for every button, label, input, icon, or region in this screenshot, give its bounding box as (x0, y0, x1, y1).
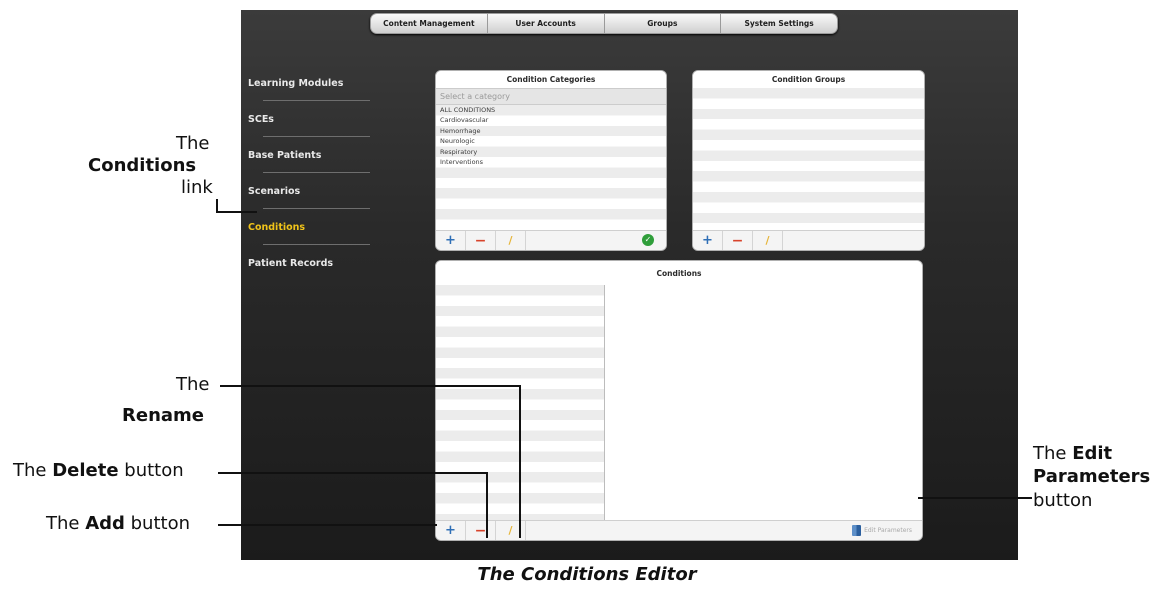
conditions-editor-screen: Content Management User Accounts Groups … (241, 10, 1018, 560)
annotation-delete-bold: Delete (52, 460, 119, 481)
callout-line (216, 211, 257, 213)
callout-line (220, 385, 520, 387)
category-delete-button[interactable]: − (466, 231, 496, 250)
book-icon (852, 524, 862, 536)
category-item[interactable]: Respiratory (436, 147, 666, 157)
edit-parameters-button[interactable]: Edit Parameters (852, 523, 918, 537)
annotation-rename-line1: The (176, 374, 210, 395)
annotation-edit-line2: Parameters (1033, 466, 1150, 488)
category-item[interactable]: Cardiovascular (436, 115, 666, 125)
annotation-rename-line2: Rename (122, 405, 204, 427)
category-item[interactable]: Neurologic (436, 136, 666, 146)
category-item[interactable]: Hemorrhage (436, 126, 666, 136)
condition-detail-area (605, 285, 922, 522)
group-toolbar: + − / (693, 230, 924, 250)
condition-groups-title: Condition Groups (693, 71, 924, 88)
category-rename-button[interactable]: / (496, 231, 526, 250)
nav-learning-modules[interactable]: Learning Modules (248, 65, 370, 101)
conditions-toolbar: + − / Edit Parameters (436, 520, 922, 540)
category-item[interactable]: Interventions (436, 157, 666, 167)
left-nav: Learning Modules SCEs Base Patients Scen… (248, 65, 370, 281)
callout-line (218, 524, 437, 526)
add-button[interactable]: + (436, 521, 466, 540)
nav-scenarios[interactable]: Scenarios (248, 173, 370, 209)
category-item[interactable]: ALL CONDITIONS (436, 105, 666, 115)
category-list: ALL CONDITIONS Cardiovascular Hemorrhage… (436, 105, 666, 229)
annotation-edit-line3: button (1033, 490, 1093, 511)
rename-button[interactable]: / (496, 521, 526, 540)
annotation-add-prefix: The (46, 513, 86, 534)
annotation-conditions-line2: Conditions (88, 155, 196, 177)
condition-categories-title: Condition Categories (436, 71, 666, 88)
category-select[interactable]: Select a category (436, 88, 666, 105)
annotation-conditions-line1: The (176, 133, 210, 154)
group-list (693, 88, 924, 230)
annotation-conditions-bold: Conditions (88, 155, 197, 176)
top-tab-bar: Content Management User Accounts Groups … (370, 13, 838, 34)
annotation-delete: The Delete button (13, 460, 184, 482)
category-toolbar: + − / ✓ (436, 230, 666, 250)
condition-categories-panel: Condition Categories Select a category A… (435, 70, 667, 251)
callout-line (519, 385, 521, 538)
callout-line (918, 497, 1032, 499)
nav-sces[interactable]: SCEs (248, 101, 370, 137)
annotation-rename-bold: Rename (122, 405, 204, 426)
conditions-title: Conditions (436, 261, 922, 286)
nav-patient-records[interactable]: Patient Records (248, 245, 370, 281)
annotation-add-bold: Add (85, 513, 125, 534)
nav-conditions[interactable]: Conditions (248, 209, 370, 245)
annotation-edit-bold: Edit (1072, 443, 1113, 464)
tab-groups[interactable]: Groups (603, 14, 721, 33)
group-delete-button[interactable]: − (723, 231, 753, 250)
annotation-parameters-bold: Parameters (1033, 466, 1151, 487)
group-rename-button[interactable]: / (753, 231, 783, 250)
callout-line (486, 472, 488, 538)
group-add-button[interactable]: + (693, 231, 723, 250)
annotation-edit-prefix: The (1033, 443, 1073, 464)
tab-system-settings[interactable]: System Settings (720, 14, 837, 33)
callout-line (218, 472, 487, 474)
annotation-edit-line1: The Edit (1033, 443, 1112, 465)
figure-caption: The Conditions Editor (477, 564, 697, 585)
annotation-conditions-line3: link (181, 177, 213, 198)
category-add-button[interactable]: + (436, 231, 466, 250)
conditions-panel: Conditions + − / Edit Parameters (435, 260, 923, 541)
annotation-add: The Add button (46, 513, 190, 535)
annotation-delete-prefix: The (13, 460, 53, 481)
nav-base-patients[interactable]: Base Patients (248, 137, 370, 173)
tab-user-accounts[interactable]: User Accounts (486, 14, 604, 33)
annotation-add-suffix: button (124, 513, 190, 534)
edit-parameters-label: Edit Parameters (864, 526, 912, 534)
delete-button[interactable]: − (466, 521, 496, 540)
tab-content-management[interactable]: Content Management (371, 14, 487, 33)
annotation-delete-suffix: button (118, 460, 184, 481)
confirm-icon[interactable]: ✓ (642, 234, 654, 246)
condition-groups-panel: Condition Groups + − / (692, 70, 925, 251)
